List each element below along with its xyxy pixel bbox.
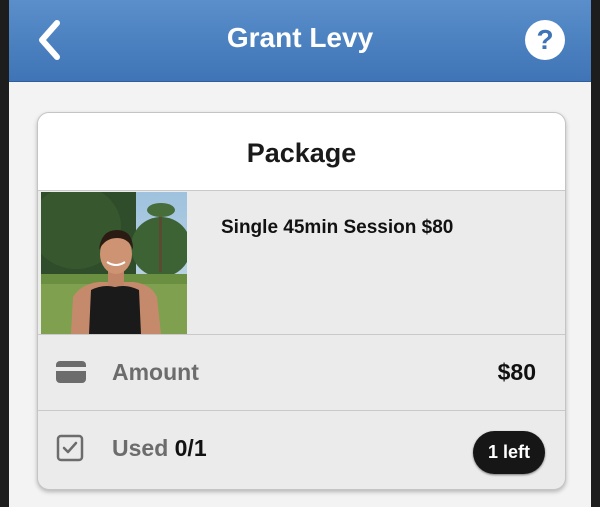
used-count: 0/1 [174,435,207,461]
amount-value: $80 [497,359,536,385]
used-row: Used 0/1 1 left [38,411,565,489]
amount-label: Amount [112,359,199,385]
trainer-photo [41,192,187,334]
package-item[interactable]: Single 45min Session $80 [38,191,565,335]
page-title: Grant Levy [226,22,374,53]
package-card: Package Single 45min Session $80 Amount … [37,112,566,490]
credit-card-icon [56,361,86,383]
remaining-badge: 1 left [473,431,545,474]
card-title: Package [38,113,565,191]
checkbox-icon [56,434,84,462]
package-name: Single 45min Session $80 [221,217,454,238]
navigation-bar: Grant Levy ? [9,0,591,82]
help-button[interactable]: ? [525,20,565,60]
amount-row: Amount $80 [38,335,565,411]
used-label-text: Used [112,435,169,461]
app-screen: Grant Levy ? Package Single 45min Sessio… [9,0,591,507]
used-label: Used 0/1 [112,435,207,462]
